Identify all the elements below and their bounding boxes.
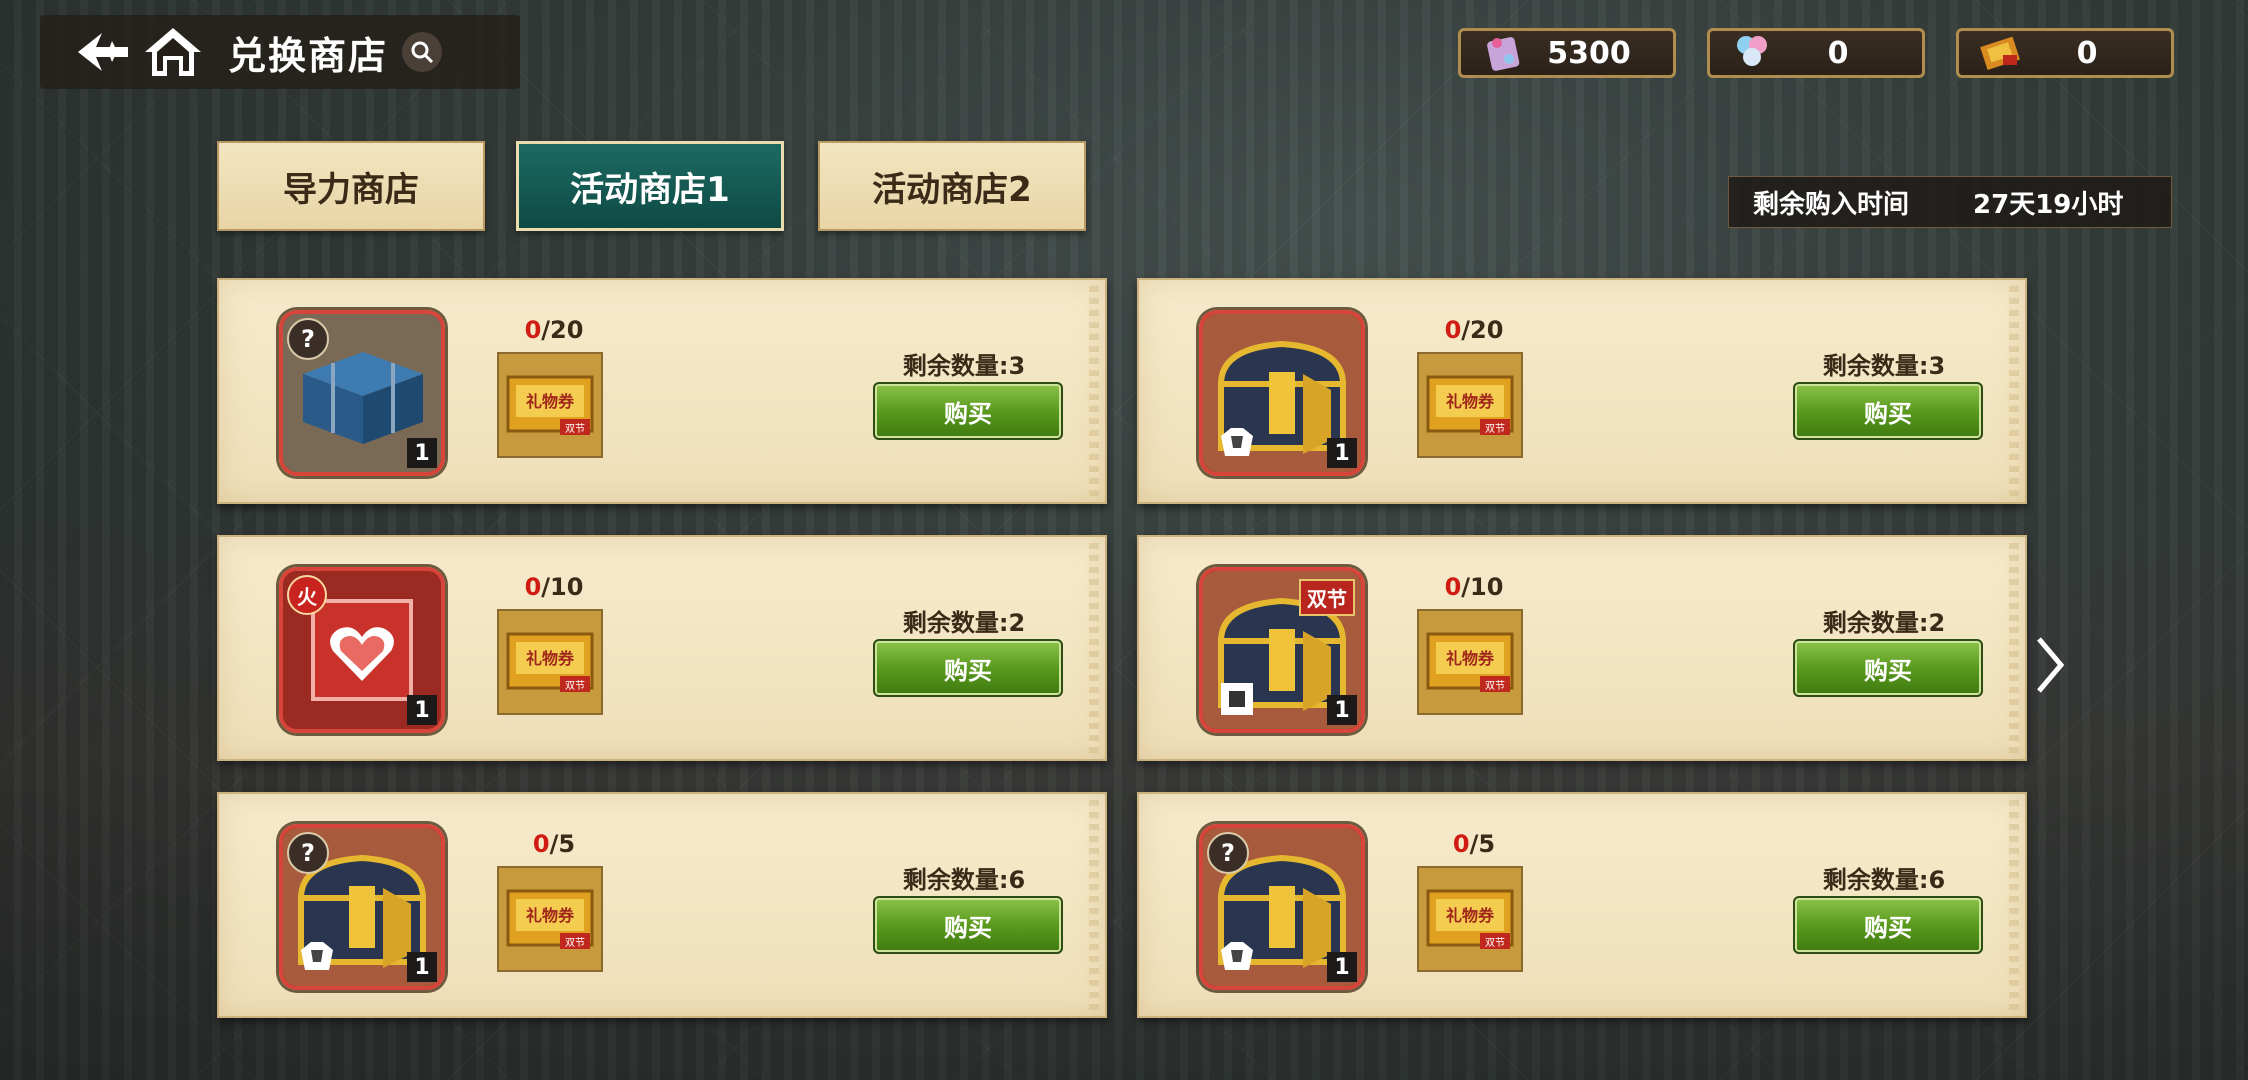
cost-owned: 0 [532, 830, 550, 858]
gift-voucher-icon: 礼物券 双节 [1417, 352, 1523, 458]
shop-item-card: ? 1 0/5 礼物券 双节 剩余数量:6 购买 [217, 792, 1107, 1018]
remaining-time-panel: 剩余购入时间 27天19小时 [1728, 176, 2172, 228]
voucher-tag: 双节 [565, 937, 585, 949]
voucher-text: 礼物券 [1446, 906, 1495, 925]
voucher-tag: 双节 [1485, 937, 1505, 949]
cost-owned: 0 [524, 573, 542, 601]
currency-value: 0 [1827, 35, 1849, 71]
cost-total: /5 [1469, 830, 1496, 858]
chevron-right-icon[interactable] [2030, 630, 2070, 700]
remaining-quantity: 剩余数量:3 [902, 352, 1026, 380]
remaining-quantity: 剩余数量:6 [902, 866, 1026, 894]
tab-event-shop-2[interactable]: 活动商店2 [818, 141, 1086, 231]
currency-value: 5300 [1547, 35, 1631, 71]
cost-counter: 0/5 [499, 830, 609, 858]
cost-counter: 0/20 [1419, 316, 1529, 344]
info-badge[interactable]: ? [287, 832, 329, 874]
gift-voucher-icon: 礼物券 双节 [1417, 609, 1523, 715]
cost-counter: 0/5 [1419, 830, 1529, 858]
info-badge[interactable]: ? [287, 318, 329, 360]
crystal-ticket-icon [1481, 31, 1525, 75]
shop-item-card: 火 1 0/10 礼物券 双节 剩余数量:2 购买 [217, 535, 1107, 761]
cost-owned: 0 [1452, 830, 1470, 858]
voucher-text: 礼物券 [1446, 392, 1495, 411]
currency-voucher: 0 [1956, 28, 2174, 78]
cost-total: /20 [1461, 316, 1504, 344]
gift-voucher-icon: 礼物券 双节 [497, 866, 603, 972]
item-quantity: 1 [407, 952, 437, 982]
voucher-tag: 双节 [1485, 423, 1505, 435]
remaining-quantity: 剩余数量:2 [902, 609, 1026, 637]
tab-event-shop-1[interactable]: 活动商店1 [516, 141, 784, 231]
cost-owned: 0 [524, 316, 542, 344]
voucher-tag: 双节 [565, 680, 585, 692]
shop-item-card: 双节 1 0/10 礼物券 双节 剩余数量:2 购买 [1137, 535, 2027, 761]
item-frame[interactable]: ? 1 [1199, 824, 1365, 990]
gift-voucher-icon: 礼物券 双节 [1417, 866, 1523, 972]
item-quantity: 1 [407, 438, 437, 468]
buy-button[interactable]: 购买 [1793, 639, 1983, 697]
voucher-text: 礼物券 [1446, 649, 1495, 668]
buy-button[interactable]: 购买 [873, 382, 1063, 440]
remaining-quantity: 剩余数量:2 [1822, 609, 1946, 637]
buy-button[interactable]: 购买 [1793, 896, 1983, 954]
shop-item-card: ? 1 0/20 礼物券 双节 剩余数量:3 购买 [217, 278, 1107, 504]
cost-counter: 0/10 [499, 573, 609, 601]
remaining-time-value: 27天19小时 [1973, 189, 2124, 220]
voucher-text: 礼物券 [526, 649, 575, 668]
shop-item-card: ? 1 0/5 礼物券 双节 剩余数量:6 购买 [1137, 792, 2027, 1018]
remaining-time-label: 剩余购入时间 [1753, 189, 1910, 220]
cost-total: /10 [541, 573, 584, 601]
cost-counter: 0/10 [1419, 573, 1529, 601]
back-arrow-icon[interactable] [68, 15, 138, 89]
cost-owned: 0 [1444, 573, 1462, 601]
frame-mark-icon [1217, 679, 1257, 719]
balloon-ticket-icon [1730, 31, 1774, 75]
shop-item-card: 1 0/20 礼物券 双节 剩余数量:3 购买 [1137, 278, 2027, 504]
festival-tag: 双节 [1299, 579, 1355, 616]
item-frame[interactable]: 1 [1199, 310, 1365, 476]
cost-total: /10 [1461, 573, 1504, 601]
voucher-tag: 双节 [1485, 680, 1505, 692]
buy-button[interactable]: 购买 [1793, 382, 1983, 440]
page-title: 兑换商店 [228, 33, 389, 78]
cost-owned: 0 [1444, 316, 1462, 344]
armor-mark-icon [1217, 936, 1257, 976]
item-frame[interactable]: 火 1 [279, 567, 445, 733]
buy-button[interactable]: 购买 [873, 639, 1063, 697]
voucher-text: 礼物券 [526, 392, 575, 411]
search-icon[interactable] [402, 32, 443, 72]
gift-voucher-icon [1979, 31, 2023, 75]
buy-button[interactable]: 购买 [873, 896, 1063, 954]
cost-total: /20 [541, 316, 584, 344]
remaining-quantity: 剩余数量:6 [1822, 866, 1946, 894]
item-quantity: 1 [1327, 695, 1357, 725]
gift-voucher-icon: 礼物券 双节 [497, 609, 603, 715]
top-bar: 兑换商店 [40, 15, 520, 89]
item-quantity: 1 [407, 695, 437, 725]
currency-value: 0 [2076, 35, 2098, 71]
currency-crystal: 5300 [1458, 28, 1676, 78]
cost-counter: 0/20 [499, 316, 609, 344]
item-frame[interactable]: ? 1 [279, 824, 445, 990]
info-badge[interactable]: ? [1207, 832, 1249, 874]
armor-mark-icon [297, 936, 337, 976]
item-quantity: 1 [1327, 438, 1357, 468]
gift-voucher-icon: 礼物券 双节 [497, 352, 603, 458]
item-quantity: 1 [1327, 952, 1357, 982]
currency-balloon: 0 [1707, 28, 1925, 78]
home-icon[interactable] [138, 15, 208, 89]
armor-mark-icon [1217, 422, 1257, 462]
item-frame[interactable]: 双节 1 [1199, 567, 1365, 733]
item-frame[interactable]: ? 1 [279, 310, 445, 476]
hot-badge: 火 [287, 575, 327, 615]
tab-guide-shop[interactable]: 导力商店 [217, 141, 485, 231]
remaining-quantity: 剩余数量:3 [1822, 352, 1946, 380]
cost-total: /5 [549, 830, 576, 858]
voucher-tag: 双节 [565, 423, 585, 435]
voucher-text: 礼物券 [526, 906, 575, 925]
